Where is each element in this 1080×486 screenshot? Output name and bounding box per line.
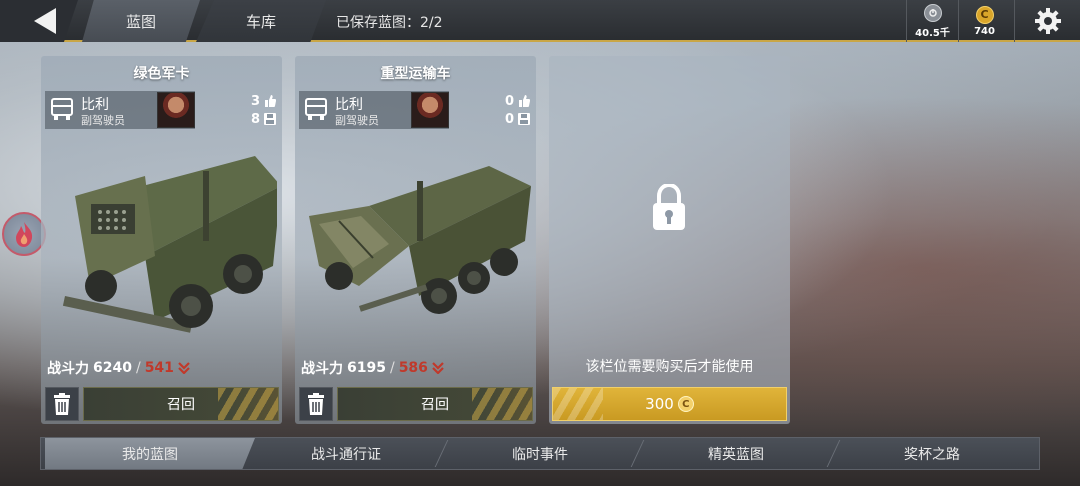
vehicle-image-heavy-transport xyxy=(309,166,531,314)
tab-elite-blueprints-label: 精英蓝图 xyxy=(708,446,764,463)
tab-my-blueprints-label: 我的蓝图 xyxy=(122,446,178,463)
buy-price: 300 xyxy=(645,395,674,413)
crew-info: 比利 副驾驶员 xyxy=(45,91,195,129)
combat-power: 战斗力 6195 / 586 xyxy=(301,358,444,378)
recall-button[interactable]: 召回 xyxy=(337,387,533,421)
gear-token-icon xyxy=(923,3,942,22)
locked-blueprint-slot: 该栏位需要购买后才能使用 300 C xyxy=(549,56,790,424)
trash-icon xyxy=(54,393,70,415)
combat-power-label: 战斗力 xyxy=(301,361,343,377)
tab-garage-label: 车库 xyxy=(245,12,276,31)
delete-button[interactable] xyxy=(299,387,333,421)
event-bubble[interactable] xyxy=(2,212,46,256)
vehicle-image-green-military-truck xyxy=(62,156,277,333)
back-arrow-icon xyxy=(34,8,56,34)
flame-icon xyxy=(16,222,33,247)
card-title: 重型运输车 xyxy=(380,66,451,82)
card-title: 绿色军卡 xyxy=(133,66,190,82)
settings-button[interactable] xyxy=(1014,0,1080,42)
saves-count: 8 xyxy=(250,111,260,127)
locked-slot-message: 该栏位需要购买后才能使用 xyxy=(585,359,754,375)
crew-portrait xyxy=(411,92,449,128)
tab-battle-pass[interactable]: 战斗通行证 xyxy=(253,438,439,469)
blueprint-card-1[interactable]: 绿色军卡 比利 副驾驶员 3 8 战斗力 6240 / 541 召回 xyxy=(41,56,282,424)
back-button[interactable] xyxy=(0,0,78,42)
tab-temporary-events-label: 临时事件 xyxy=(512,446,568,463)
lock-icon xyxy=(653,184,685,230)
save-disk-icon xyxy=(518,113,530,125)
save-disk-icon xyxy=(264,113,276,125)
tab-trophy-road-label: 奖杯之路 xyxy=(904,446,960,463)
combat-power-label: 战斗力 xyxy=(47,361,89,377)
crew-name: 比利 xyxy=(81,97,109,113)
tab-my-blueprints[interactable]: 我的蓝图 xyxy=(45,438,255,469)
tab-elite-blueprints[interactable]: 精英蓝图 xyxy=(641,438,831,469)
combat-power-value: 6195 xyxy=(347,360,386,376)
tab-blueprints[interactable]: 蓝图 xyxy=(82,0,200,42)
crew-portrait xyxy=(157,92,195,128)
coin-icon: C xyxy=(677,396,694,412)
chevron-down-double-icon xyxy=(178,362,190,374)
tab-garage[interactable]: 车库 xyxy=(196,0,326,42)
tab-battle-pass-label: 战斗通行证 xyxy=(311,446,381,463)
card-stats: 3 8 xyxy=(236,92,276,128)
crew-role: 副驾驶员 xyxy=(335,114,379,127)
combat-power-value: 6240 xyxy=(93,360,132,376)
truck-icon xyxy=(51,98,73,120)
truck-icon xyxy=(305,98,327,120)
likes-count: 3 xyxy=(250,93,260,109)
scrap-value: 40.5千 xyxy=(915,27,950,39)
thumbs-up-icon xyxy=(265,95,276,107)
saved-blueprints-count: 已保存蓝图：2/2 xyxy=(336,15,443,31)
resource-coins[interactable]: C 740 xyxy=(958,0,1010,42)
thumbs-up-icon xyxy=(519,95,530,107)
delete-button[interactable] xyxy=(45,387,79,421)
coins-value: 740 xyxy=(974,25,995,37)
tab-temporary-events[interactable]: 临时事件 xyxy=(445,438,635,469)
likes-count: 0 xyxy=(504,93,514,109)
crew-role: 副驾驶员 xyxy=(81,114,125,127)
saves-count: 0 xyxy=(504,111,514,127)
buy-slot-button[interactable]: 300 C xyxy=(552,387,787,421)
gear-icon xyxy=(1034,8,1061,34)
power-separator: / xyxy=(389,360,395,376)
recall-label: 召回 xyxy=(421,397,449,413)
top-bar: 蓝图 车库 已保存蓝图：2/2 40.5千 C 740 xyxy=(0,0,1080,42)
power-separator: / xyxy=(135,360,141,376)
coin-icon: C xyxy=(975,5,994,24)
power-debuff-value: 541 xyxy=(144,360,174,376)
bottom-tab-bar: 我的蓝图 战斗通行证 临时事件 精英蓝图 奖杯之路 xyxy=(40,437,1040,470)
trash-icon xyxy=(308,393,324,415)
recall-label: 召回 xyxy=(167,397,195,413)
recall-button[interactable]: 召回 xyxy=(83,387,279,421)
card-stats: 0 0 xyxy=(490,92,530,128)
tab-blueprints-label: 蓝图 xyxy=(125,12,156,31)
crew-info: 比利 副驾驶员 xyxy=(299,91,449,129)
combat-power: 战斗力 6240 / 541 xyxy=(47,358,190,378)
chevron-down-double-icon xyxy=(432,362,444,374)
resource-scrap[interactable]: 40.5千 xyxy=(906,0,958,42)
tab-trophy-road[interactable]: 奖杯之路 xyxy=(837,438,1027,469)
crew-name: 比利 xyxy=(335,97,363,113)
power-debuff-value: 586 xyxy=(398,360,428,376)
blueprint-card-2[interactable]: 重型运输车 比利 副驾驶员 0 0 战斗力 6195 / 586 召回 xyxy=(295,56,536,424)
